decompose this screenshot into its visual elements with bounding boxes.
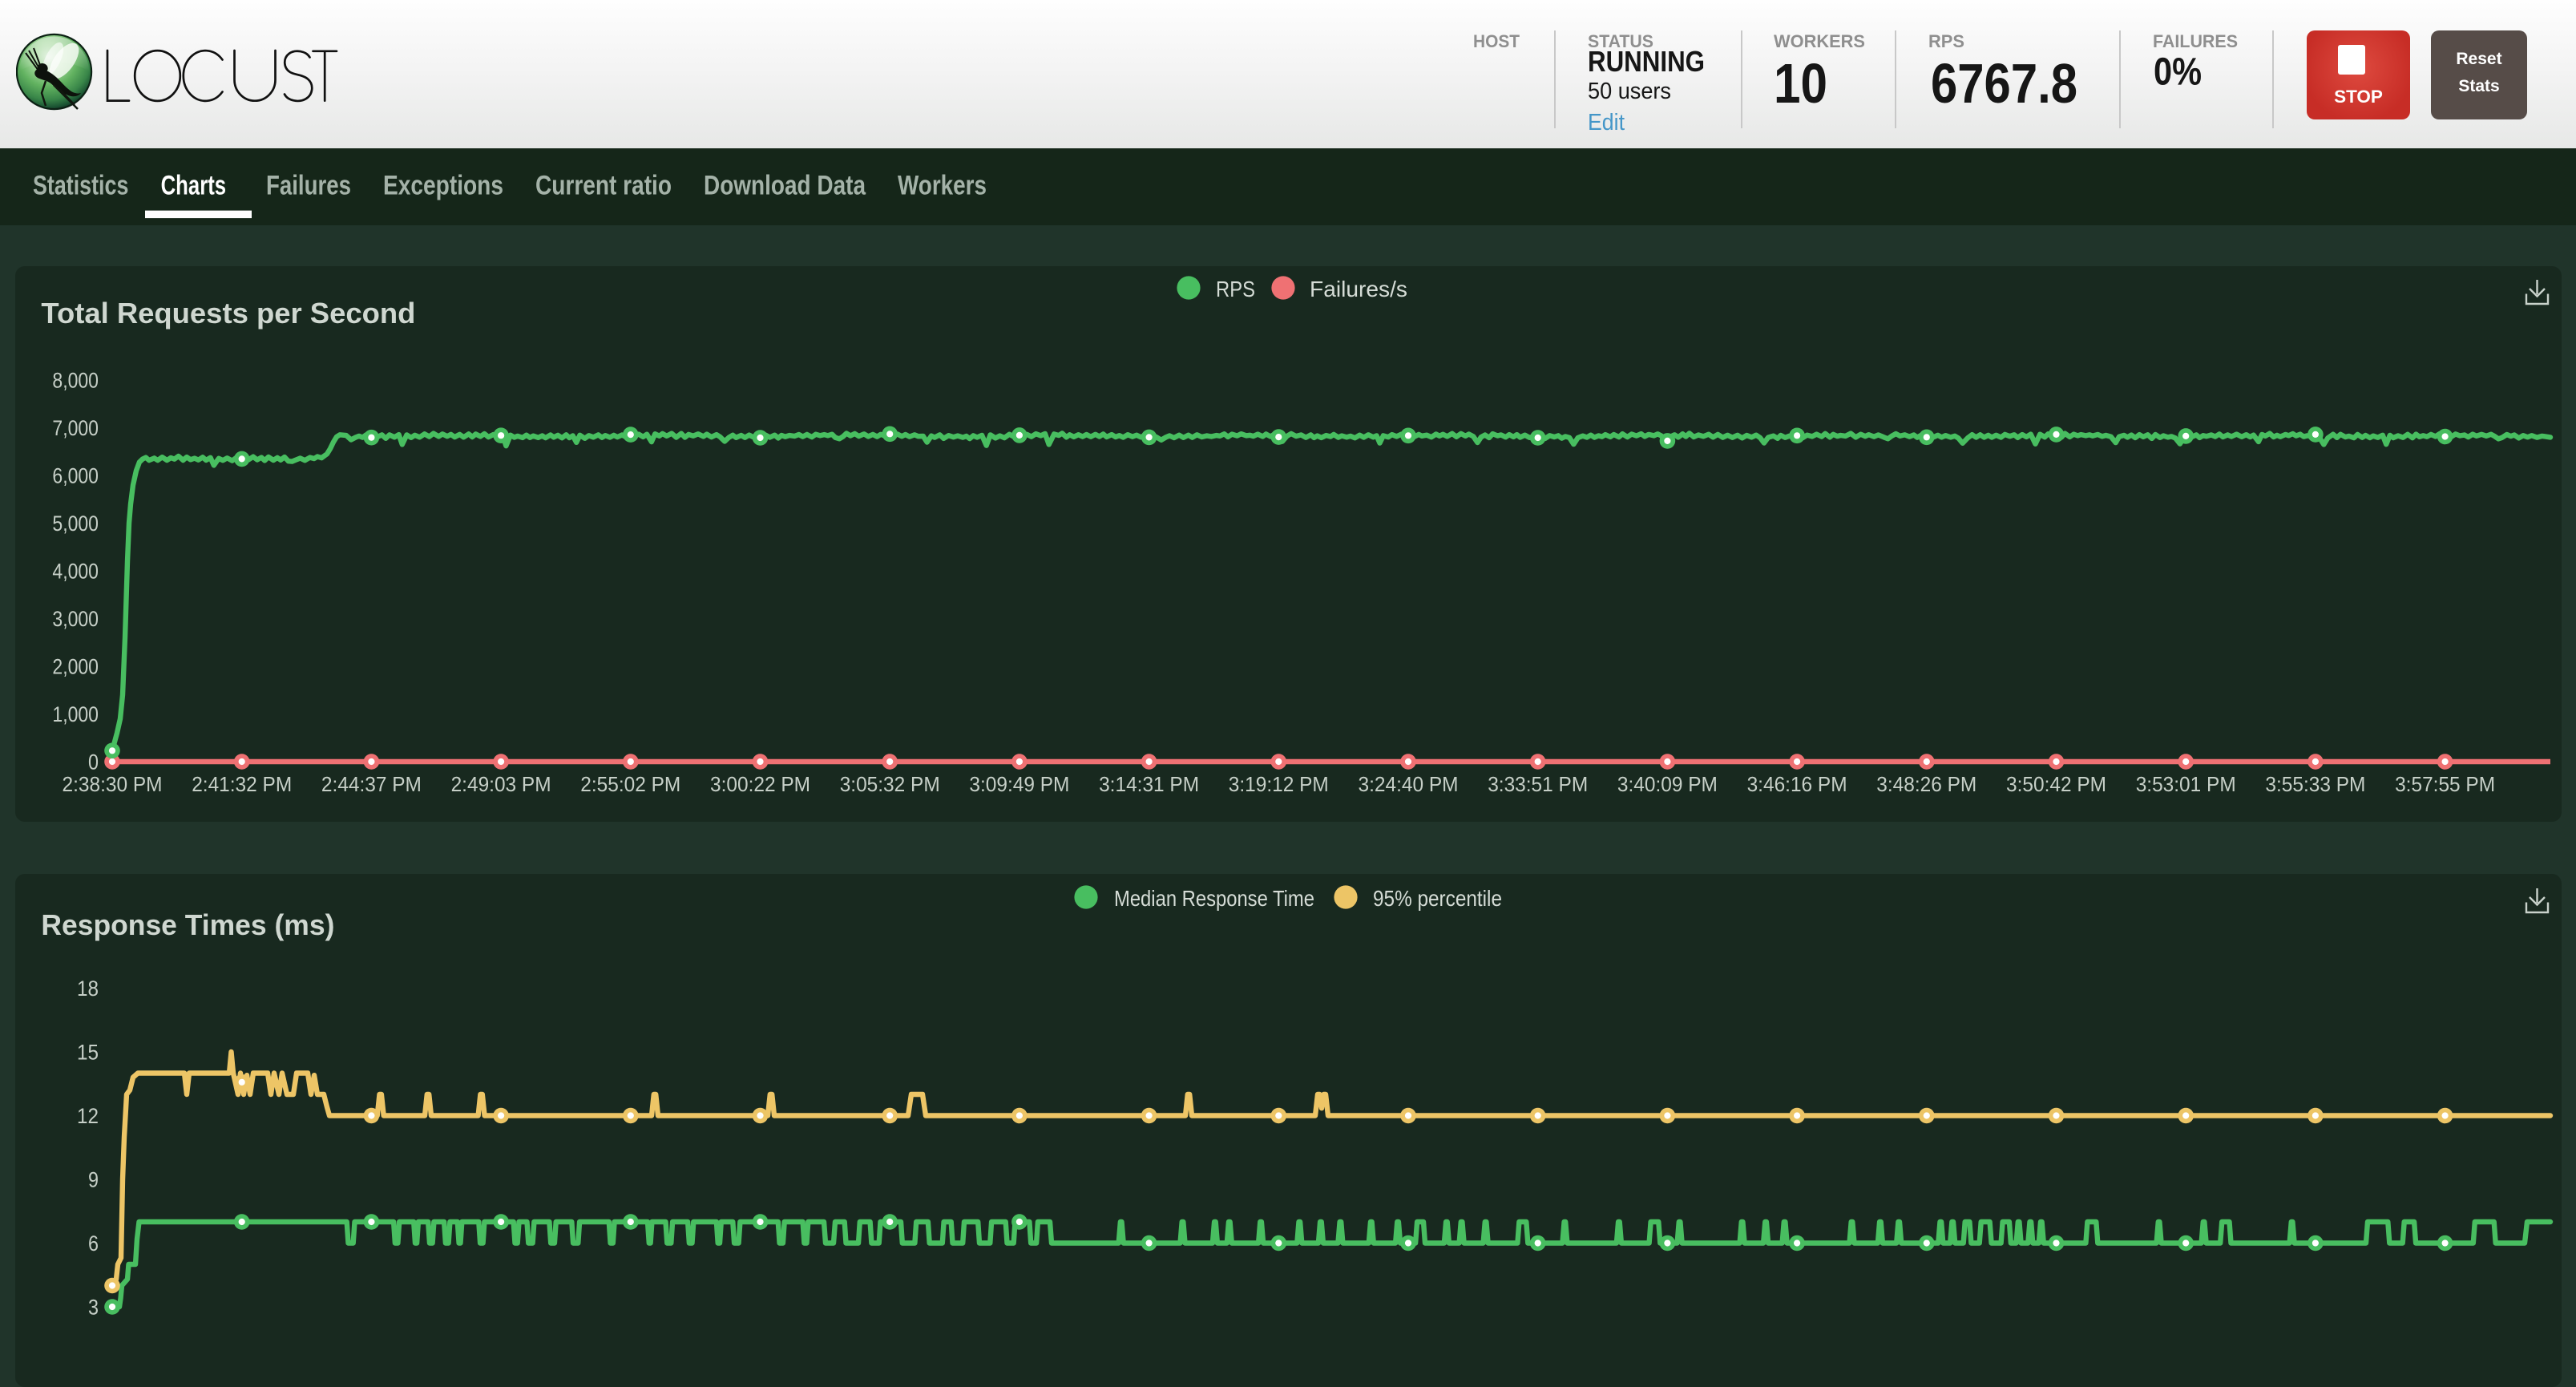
svg-text:Download Data: Download Data — [704, 171, 866, 201]
svg-text:Total Requests per Second: Total Requests per Second — [41, 297, 415, 330]
svg-text:0: 0 — [88, 750, 99, 774]
svg-text:3:57:55 PM: 3:57:55 PM — [2395, 772, 2495, 796]
svg-text:Exceptions: Exceptions — [383, 171, 503, 201]
svg-text:6767.8: 6767.8 — [1931, 52, 2077, 115]
svg-text:Failures: Failures — [266, 171, 351, 201]
svg-text:2:55:02 PM: 2:55:02 PM — [580, 772, 680, 796]
svg-text:1,000: 1,000 — [52, 702, 99, 726]
svg-text:3:33:51 PM: 3:33:51 PM — [1488, 772, 1588, 796]
svg-text:FAILURES: FAILURES — [2153, 31, 2238, 51]
svg-text:4,000: 4,000 — [52, 560, 99, 584]
svg-text:2:44:37 PM: 2:44:37 PM — [321, 772, 422, 796]
svg-text:Response Times (ms): Response Times (ms) — [41, 908, 334, 941]
svg-text:3:55:33 PM: 3:55:33 PM — [2265, 772, 2365, 796]
svg-text:WORKERS: WORKERS — [1774, 31, 1865, 51]
svg-text:0%: 0% — [2154, 51, 2202, 93]
svg-text:Failures/s: Failures/s — [1310, 277, 1407, 301]
svg-text:Current ratio: Current ratio — [535, 171, 672, 201]
svg-text:RPS: RPS — [1216, 277, 1255, 301]
svg-text:6: 6 — [88, 1231, 99, 1256]
svg-text:HOST: HOST — [1473, 31, 1520, 51]
svg-text:15: 15 — [77, 1041, 99, 1065]
svg-text:9: 9 — [88, 1168, 99, 1192]
svg-text:3:14:31 PM: 3:14:31 PM — [1099, 772, 1199, 796]
svg-text:3:00:22 PM: 3:00:22 PM — [710, 772, 810, 796]
svg-text:Charts: Charts — [161, 171, 227, 201]
svg-text:3:46:16 PM: 3:46:16 PM — [1747, 772, 1847, 796]
svg-text:Edit: Edit — [1588, 110, 1625, 135]
svg-text:6,000: 6,000 — [52, 464, 99, 488]
svg-text:3:09:49 PM: 3:09:49 PM — [969, 772, 1069, 796]
svg-text:5,000: 5,000 — [52, 512, 99, 536]
svg-text:2:38:30 PM: 2:38:30 PM — [63, 772, 163, 796]
svg-text:95% percentile: 95% percentile — [1373, 886, 1502, 911]
svg-text:3: 3 — [88, 1296, 99, 1320]
svg-text:3:05:32 PM: 3:05:32 PM — [840, 772, 940, 796]
svg-text:50 users: 50 users — [1588, 79, 1671, 104]
svg-text:Median Response Time: Median Response Time — [1114, 886, 1314, 911]
svg-text:3:48:26 PM: 3:48:26 PM — [1876, 772, 1976, 796]
svg-text:18: 18 — [77, 977, 99, 1001]
svg-text:3:19:12 PM: 3:19:12 PM — [1229, 772, 1329, 796]
svg-text:3:24:40 PM: 3:24:40 PM — [1359, 772, 1459, 796]
svg-text:2:41:32 PM: 2:41:32 PM — [192, 772, 292, 796]
svg-text:RUNNING: RUNNING — [1588, 45, 1705, 78]
svg-text:7,000: 7,000 — [52, 416, 99, 440]
svg-text:12: 12 — [77, 1104, 99, 1128]
svg-text:8,000: 8,000 — [52, 369, 99, 393]
svg-text:3:50:42 PM: 3:50:42 PM — [2006, 772, 2106, 796]
svg-text:RPS: RPS — [1928, 31, 1964, 51]
svg-text:2:49:03 PM: 2:49:03 PM — [451, 772, 551, 796]
svg-text:3,000: 3,000 — [52, 607, 99, 631]
svg-text:2,000: 2,000 — [52, 655, 99, 679]
svg-text:3:53:01 PM: 3:53:01 PM — [2136, 772, 2236, 796]
svg-text:Statistics: Statistics — [33, 171, 128, 201]
svg-text:3:40:09 PM: 3:40:09 PM — [1617, 772, 1718, 796]
svg-text:Workers: Workers — [898, 171, 987, 201]
svg-text:10: 10 — [1774, 52, 1827, 115]
